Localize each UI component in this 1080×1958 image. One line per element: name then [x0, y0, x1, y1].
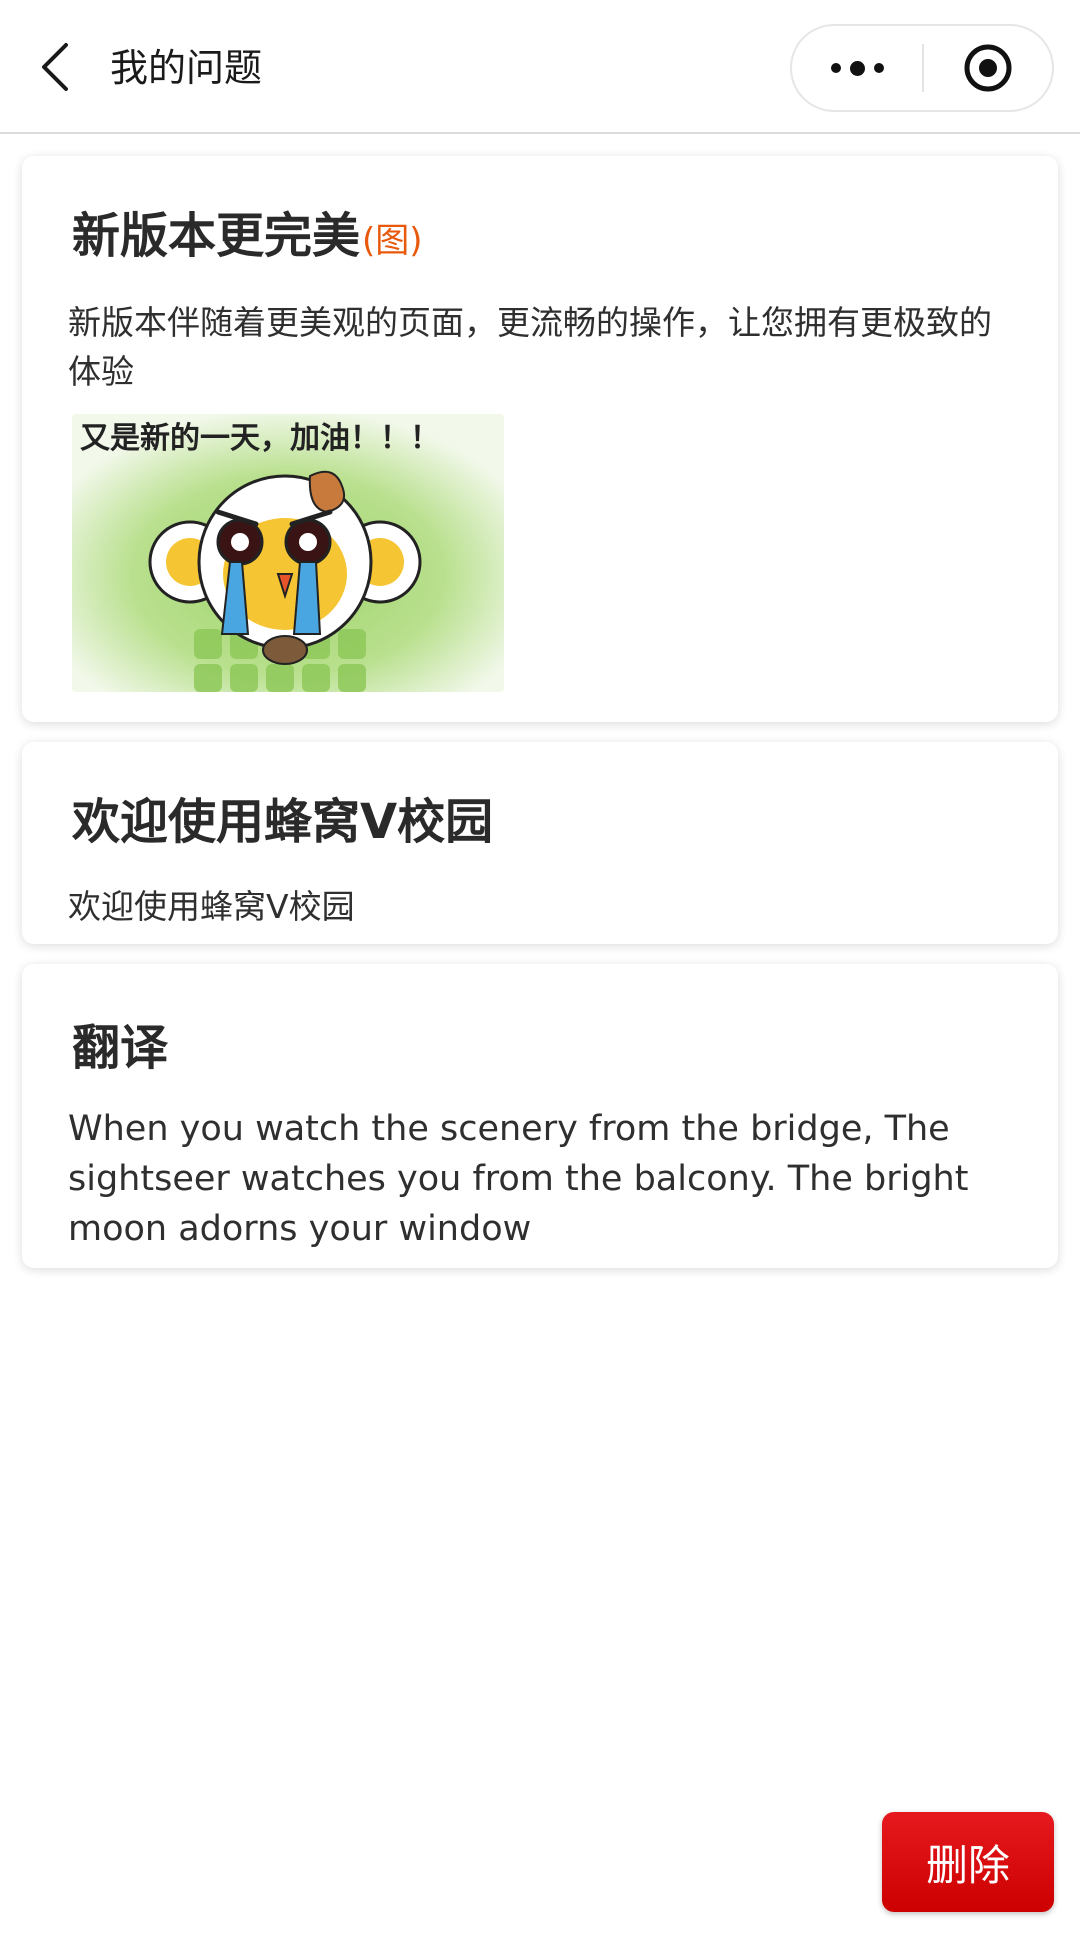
question-card[interactable]: 新版本更完美(图) 新版本伴随着更美观的页面，更流畅的操作，让您拥有更极致的体验: [22, 156, 1058, 722]
more-dots-icon: [830, 60, 884, 76]
target-circle-icon: [964, 44, 1012, 92]
mini-program-capsule: [790, 24, 1054, 112]
question-body: 欢迎使用蜂窝V校园: [68, 887, 355, 926]
question-body: 新版本伴随着更美观的页面，更流畅的操作，让您拥有更极致的体验: [68, 303, 992, 391]
question-body: When you watch the scenery from the brid…: [68, 1109, 969, 1249]
question-title: 欢迎使用蜂窝V校园: [72, 794, 494, 850]
top-nav-bar: 我的问题: [0, 0, 1080, 134]
more-button[interactable]: [792, 26, 922, 110]
page-title: 我的问题: [110, 46, 263, 90]
my-questions-page: 我的问题 新版本更完美(图) 新版本伴随着更美观的页面，更流畅的操作，让您拥有更…: [0, 0, 1080, 1958]
question-image: 又是新的一天，加油！！！: [72, 414, 504, 692]
question-title: 新版本更完美(图): [72, 196, 423, 266]
chevron-left-icon: [42, 43, 68, 91]
question-card[interactable]: 翻译 When you watch the scenery from the b…: [22, 964, 1058, 1268]
image-caption: 又是新的一天，加油！！！: [80, 421, 440, 456]
question-card[interactable]: 欢迎使用蜂窝V校园 欢迎使用蜂窝V校园: [22, 742, 1058, 944]
close-mini-program-button[interactable]: [924, 26, 1052, 110]
back-button[interactable]: [30, 38, 80, 96]
image-tag: (图): [362, 221, 423, 261]
question-title: 翻译: [72, 1020, 169, 1076]
delete-button[interactable]: 删除: [882, 1812, 1054, 1912]
question-title-text: 新版本更完美: [72, 208, 361, 264]
